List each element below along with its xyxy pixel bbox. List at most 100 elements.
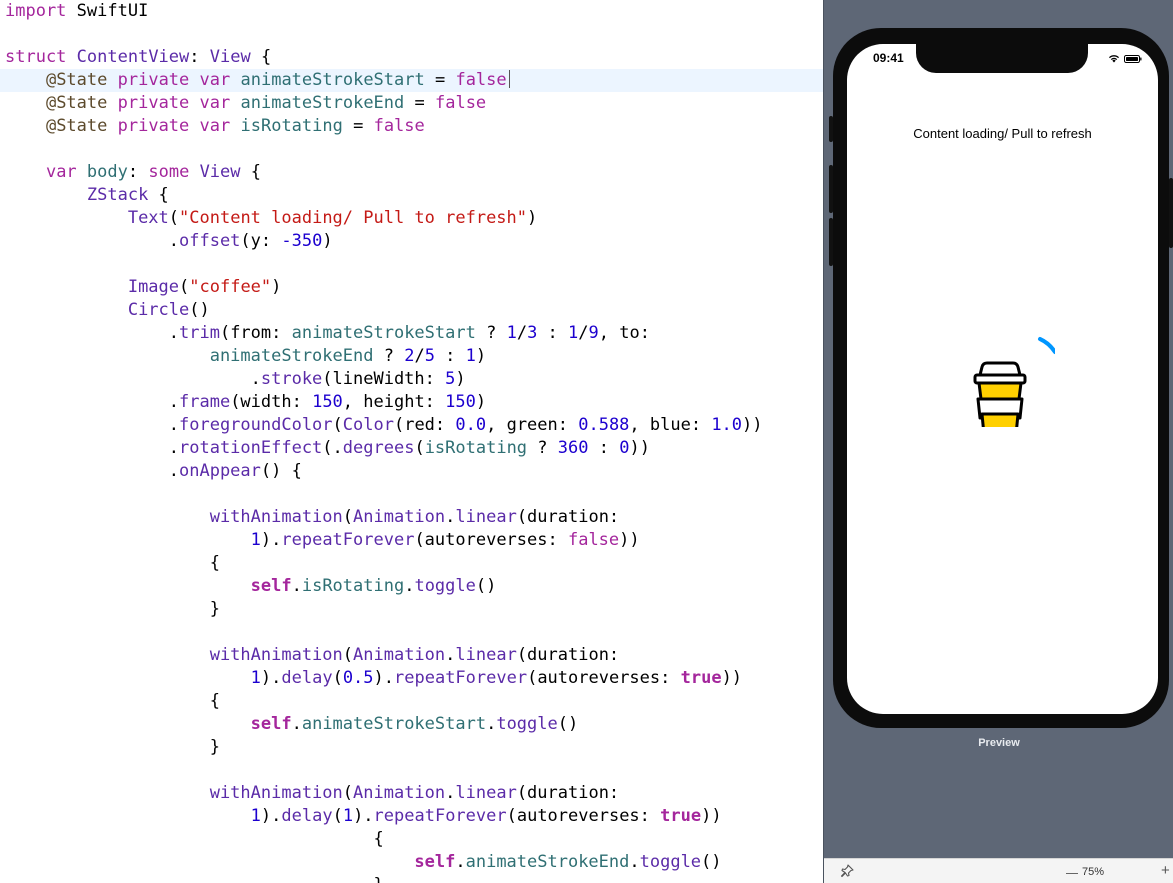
code-line[interactable]: @State private var animateStrokeStart = … bbox=[0, 69, 823, 92]
code-line[interactable]: } bbox=[0, 874, 823, 883]
code-line[interactable]: .foregroundColor(Color(red: 0.0, green: … bbox=[0, 414, 823, 437]
code-line[interactable]: @State private var animateStrokeEnd = fa… bbox=[0, 92, 823, 115]
code-token: ( bbox=[342, 507, 354, 527]
code-token: 1 bbox=[568, 323, 579, 343]
code-token: (autoreverses: bbox=[506, 806, 661, 826]
zoom-out-icon[interactable] bbox=[1066, 873, 1078, 874]
code-token: 0.0 bbox=[455, 415, 487, 435]
code-token: 0.5 bbox=[342, 668, 374, 688]
code-line[interactable]: { bbox=[0, 828, 823, 851]
code-line[interactable] bbox=[0, 621, 823, 644]
code-line[interactable] bbox=[0, 483, 823, 506]
code-line[interactable]: @State private var isRotating = false bbox=[0, 115, 823, 138]
code-editor[interactable]: import SwiftUI struct ContentView: View {… bbox=[0, 0, 823, 883]
code-token: animateStrokeEnd bbox=[465, 852, 630, 872]
code-token: ? bbox=[527, 438, 558, 458]
code-line[interactable]: { bbox=[0, 552, 823, 575]
code-token: ) bbox=[475, 392, 487, 412]
code-token: (. bbox=[322, 438, 343, 458]
code-line[interactable]: { bbox=[0, 690, 823, 713]
code-token: linear bbox=[455, 783, 517, 803]
code-line[interactable] bbox=[0, 138, 823, 161]
code-token: () bbox=[189, 300, 210, 320]
code-token: isRotating bbox=[240, 116, 343, 136]
zoom-in-icon[interactable]: + bbox=[1161, 862, 1170, 879]
code-token: . bbox=[404, 576, 415, 596]
code-token: (y: bbox=[240, 231, 282, 251]
code-line[interactable]: Text("Content loading/ Pull to refresh") bbox=[0, 207, 823, 230]
code-token: 1 bbox=[250, 530, 261, 550]
code-line[interactable]: withAnimation(Animation.linear(duration: bbox=[0, 782, 823, 805]
code-line[interactable]: .onAppear() { bbox=[0, 460, 823, 483]
code-line[interactable]: animateStrokeEnd ? 2/5 : 1) bbox=[0, 345, 823, 368]
code-line[interactable]: Image("coffee") bbox=[0, 276, 823, 299]
code-line[interactable]: 1).delay(0.5).repeatForever(autoreverses… bbox=[0, 667, 823, 690]
code-line[interactable]: withAnimation(Animation.linear(duration: bbox=[0, 506, 823, 529]
code-token: . bbox=[445, 783, 456, 803]
code-token: 1 bbox=[465, 346, 476, 366]
code-token: ) bbox=[475, 346, 487, 366]
code-token: animateStrokeStart bbox=[291, 323, 476, 343]
code-token: ( bbox=[414, 438, 425, 458]
code-token: 5 bbox=[424, 346, 435, 366]
code-token: . bbox=[629, 852, 640, 872]
code-token: @State bbox=[45, 93, 108, 113]
code-line[interactable]: Circle() bbox=[0, 299, 823, 322]
code-line[interactable] bbox=[0, 759, 823, 782]
code-line[interactable]: var body: some View { bbox=[0, 161, 823, 184]
code-token: "coffee" bbox=[189, 277, 272, 297]
code-line[interactable]: import SwiftUI bbox=[0, 0, 823, 23]
coffee-cup-image bbox=[965, 327, 1057, 437]
code-token: { bbox=[148, 185, 169, 205]
code-token: SwiftUI bbox=[66, 1, 149, 21]
code-token: ) bbox=[271, 277, 282, 297]
code-token: animateStrokeEnd bbox=[209, 346, 374, 366]
code-token: (from: bbox=[219, 323, 292, 343]
code-token: isRotating bbox=[424, 438, 528, 458]
code-token: (duration: bbox=[516, 507, 620, 527]
zoom-level[interactable]: 75% bbox=[1082, 866, 1104, 878]
code-token: 0.588 bbox=[578, 415, 630, 435]
code-line[interactable]: withAnimation(Animation.linear(duration: bbox=[0, 644, 823, 667]
code-line[interactable]: self.isRotating.toggle() bbox=[0, 575, 823, 598]
code-line[interactable]: self.animateStrokeEnd.toggle() bbox=[0, 851, 823, 874]
code-line[interactable] bbox=[0, 253, 823, 276]
code-line[interactable]: .stroke(lineWidth: 5) bbox=[0, 368, 823, 391]
code-token: { bbox=[5, 829, 384, 849]
device-screen: 09:41 Content loading/ Pull to refresh bbox=[847, 44, 1158, 714]
code-token: . bbox=[5, 438, 179, 458]
code-token: (duration: bbox=[516, 783, 620, 803]
code-token: toggle bbox=[414, 576, 476, 596]
code-token: stroke bbox=[260, 369, 323, 389]
code-token: offset bbox=[179, 231, 241, 251]
code-token: delay bbox=[281, 806, 333, 826]
code-token: : bbox=[434, 346, 466, 366]
code-token: Animation bbox=[353, 645, 446, 665]
code-line[interactable]: } bbox=[0, 598, 823, 621]
code-line[interactable]: self.animateStrokeStart.toggle() bbox=[0, 713, 823, 736]
code-token: degrees bbox=[342, 438, 415, 458]
code-token: private bbox=[117, 116, 190, 136]
code-line[interactable]: 1).delay(1).repeatForever(autoreverses: … bbox=[0, 805, 823, 828]
code-line[interactable]: struct ContentView: View { bbox=[0, 46, 823, 69]
code-line[interactable]: .trim(from: animateStrokeStart ? 1/3 : 1… bbox=[0, 322, 823, 345]
code-token: ) bbox=[455, 369, 466, 389]
code-token: false bbox=[567, 530, 620, 550]
code-line[interactable]: .rotationEffect(.degrees(isRotating ? 36… bbox=[0, 437, 823, 460]
code-line[interactable]: .offset(y: -350) bbox=[0, 230, 823, 253]
pin-icon[interactable] bbox=[840, 864, 854, 878]
code-line[interactable]: } bbox=[0, 736, 823, 759]
code-line[interactable]: ZStack { bbox=[0, 184, 823, 207]
code-line[interactable]: .frame(width: 150, height: 150) bbox=[0, 391, 823, 414]
code-line[interactable]: 1).repeatForever(autoreverses: false)) bbox=[0, 529, 823, 552]
code-line[interactable] bbox=[0, 23, 823, 46]
code-token: / bbox=[578, 323, 589, 343]
